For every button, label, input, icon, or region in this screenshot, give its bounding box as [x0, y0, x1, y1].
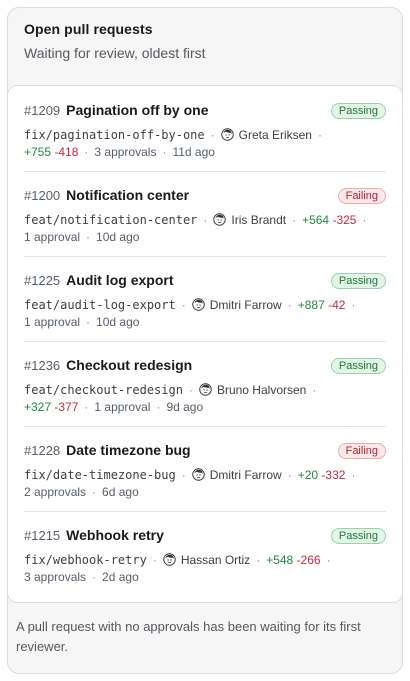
- additions-count: +887: [297, 298, 325, 312]
- avatar-icon: [213, 213, 227, 226]
- separator-dot: ·: [210, 128, 215, 142]
- separator-dot: ·: [292, 213, 297, 227]
- avatar-icon: [191, 298, 205, 311]
- separator-dot: ·: [326, 553, 331, 567]
- approvals-count: 1 approval: [24, 315, 81, 329]
- additions-count: +755: [24, 145, 52, 159]
- pr-title[interactable]: Date timezone bug: [66, 442, 190, 458]
- avatar-icon: [163, 553, 176, 566]
- pr-age: 6d ago: [102, 485, 139, 499]
- author-name[interactable]: Dmitri Farrow: [210, 468, 282, 482]
- footer-note: A pull request with no approvals has bee…: [16, 619, 361, 654]
- deletions-count: -377: [54, 400, 79, 414]
- additions-count: +548: [266, 553, 294, 567]
- pull-request-row[interactable]: #1228 Date timezone bug Failing fix/date…: [24, 427, 386, 512]
- pr-age: 11d ago: [172, 145, 215, 159]
- separator-dot: ·: [84, 400, 89, 414]
- separator-dot: ·: [351, 468, 356, 482]
- pr-age: 9d ago: [166, 400, 204, 414]
- pull-request-list: #1209 Pagination off by one Passing fix/…: [8, 85, 402, 603]
- separator-dot: ·: [312, 383, 317, 397]
- pr-number: #1228: [24, 442, 61, 458]
- pr-age: 2d ago: [102, 570, 139, 584]
- approvals-count: 3 approvals: [24, 570, 87, 584]
- author-name[interactable]: Hassan Ortiz: [181, 553, 250, 567]
- separator-dot: ·: [351, 298, 356, 312]
- avatar-icon: [220, 128, 234, 141]
- panel-header: Open pull requests Waiting for review, o…: [8, 8, 402, 84]
- separator-dot: ·: [362, 213, 367, 227]
- pr-title[interactable]: Checkout redesign: [66, 357, 192, 373]
- pr-number: #1215: [24, 527, 61, 543]
- status-badge: Passing: [330, 273, 386, 289]
- separator-dot: ·: [256, 553, 261, 567]
- separator-dot: ·: [86, 315, 91, 329]
- status-badge: Passing: [330, 103, 386, 119]
- deletions-count: -418: [54, 145, 79, 159]
- author-name[interactable]: Greta Eriksen: [239, 128, 312, 142]
- pr-age: 10d ago: [96, 315, 140, 329]
- avatar-icon: [191, 468, 205, 481]
- pr-title[interactable]: Webhook retry: [66, 527, 164, 543]
- status-badge: Failing: [337, 188, 386, 204]
- separator-dot: ·: [152, 553, 157, 567]
- pr-number: #1225: [24, 272, 61, 288]
- separator-dot: ·: [162, 145, 167, 159]
- deletions-count: -332: [321, 468, 346, 482]
- separator-dot: ·: [84, 145, 89, 159]
- separator-dot: ·: [287, 468, 292, 482]
- pr-title[interactable]: Notification center: [66, 187, 189, 203]
- branch-name: fix/pagination-off-by-one: [24, 128, 205, 142]
- separator-dot: ·: [287, 298, 292, 312]
- pr-number: #1209: [24, 102, 61, 118]
- pr-title[interactable]: Pagination off by one: [66, 102, 208, 118]
- branch-name: feat/checkout-redesign: [24, 383, 183, 397]
- approvals-count: 3 approvals: [94, 145, 157, 159]
- additions-count: +327: [24, 400, 52, 414]
- additions-count: +20: [297, 468, 319, 482]
- separator-dot: ·: [92, 570, 97, 584]
- status-badge: Passing: [330, 358, 386, 374]
- panel-subtitle: Waiting for review, oldest first: [24, 45, 206, 61]
- avatar-icon: [199, 383, 212, 396]
- status-badge: Failing: [337, 443, 386, 459]
- pull-request-row[interactable]: #1200 Notification center Failing feat/n…: [24, 172, 386, 257]
- branch-name: feat/notification-center: [24, 213, 198, 227]
- pull-requests-panel: Open pull requests Waiting for review, o…: [7, 7, 403, 674]
- separator-dot: ·: [86, 230, 91, 244]
- pr-number: #1200: [24, 187, 61, 203]
- deletions-count: -266: [296, 553, 321, 567]
- separator-dot: ·: [188, 383, 193, 397]
- author-name[interactable]: Dmitri Farrow: [210, 298, 282, 312]
- pr-number: #1236: [24, 357, 61, 373]
- pull-request-row[interactable]: #1236 Checkout redesign Passing feat/che…: [24, 342, 386, 427]
- separator-dot: ·: [181, 468, 186, 482]
- branch-name: fix/webhook-retry: [24, 553, 147, 567]
- separator-dot: ·: [181, 298, 186, 312]
- approvals-count: 1 approval: [94, 400, 151, 414]
- separator-dot: ·: [203, 213, 208, 227]
- pull-request-row[interactable]: #1209 Pagination off by one Passing fix/…: [24, 87, 386, 172]
- pull-request-row[interactable]: #1225 Audit log export Passing feat/audi…: [24, 257, 386, 342]
- author-name[interactable]: Bruno Halvorsen: [217, 383, 306, 397]
- separator-dot: ·: [92, 485, 97, 499]
- panel-title: Open pull requests: [24, 21, 153, 37]
- separator-dot: ·: [156, 400, 161, 414]
- deletions-count: -42: [328, 298, 346, 312]
- approvals-count: 1 approval: [24, 230, 81, 244]
- deletions-count: -325: [332, 213, 357, 227]
- branch-name: feat/audit-log-export: [24, 298, 176, 312]
- pull-request-row[interactable]: #1215 Webhook retry Passing fix/webhook-…: [24, 512, 386, 597]
- branch-name: fix/date-timezone-bug: [24, 468, 176, 482]
- status-badge: Passing: [330, 528, 386, 544]
- separator-dot: ·: [317, 128, 322, 142]
- approvals-count: 2 approvals: [24, 485, 87, 499]
- additions-count: +564: [302, 213, 330, 227]
- pr-age: 10d ago: [96, 230, 140, 244]
- pr-title[interactable]: Audit log export: [66, 272, 173, 288]
- author-name[interactable]: Iris Brandt: [231, 213, 286, 227]
